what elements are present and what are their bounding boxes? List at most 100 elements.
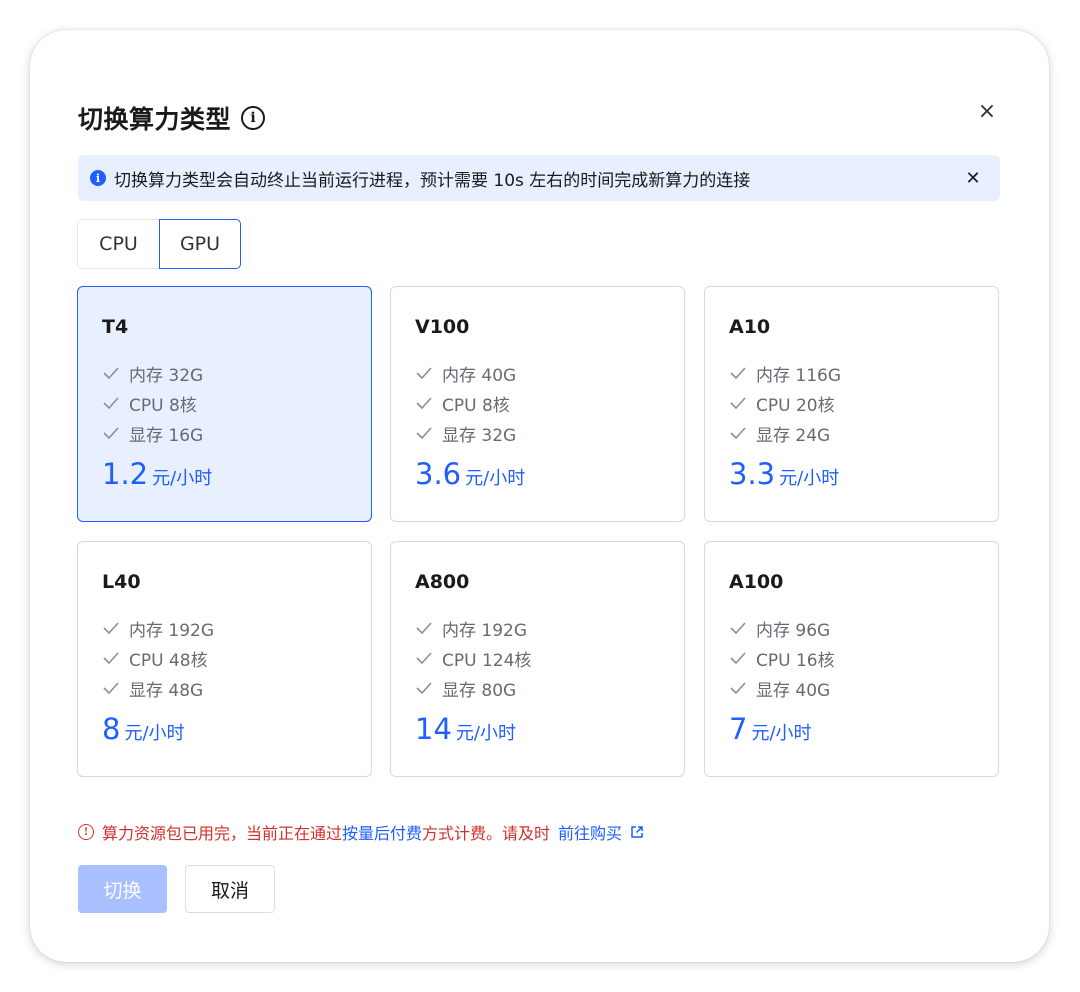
price: 3.3 元/小时: [729, 457, 839, 491]
warning-text-part1: 算力资源包已用完，当前正在通过: [102, 824, 343, 843]
spec-text: CPU 16核: [756, 650, 835, 671]
notice-text: 切换算力类型会自动终止当前运行进程，预计需要 10s 左右的时间完成新算力的连接: [114, 170, 751, 191]
spec-item: CPU 16核: [730, 647, 835, 671]
spec-item: 内存 192G: [103, 617, 215, 641]
price-value: 8: [102, 712, 121, 746]
spec-text: 内存 40G: [442, 365, 517, 386]
warning-circle-icon: !: [78, 824, 94, 840]
billing-warning: ! 算力资源包已用完，当前正在通过 按量后付费 方式计费。请及时 前往购买: [78, 820, 644, 844]
switch-button[interactable]: 切换: [78, 865, 167, 913]
spec-text: 内存 192G: [129, 620, 215, 641]
spec-text: CPU 8核: [442, 395, 510, 416]
gpu-card-l40[interactable]: L40 内存 192G CPU 48核 显存 48G 8 元/小时: [77, 541, 372, 777]
switch-compute-dialog: 切换算力类型 i × i 切换算力类型会自动终止当前运行进程，预计需要 10s …: [30, 30, 1049, 962]
price-unit: 元/小时: [124, 723, 185, 744]
check-icon: [730, 682, 746, 694]
spec-item: CPU 20核: [730, 392, 835, 416]
price: 14 元/小时: [415, 712, 516, 746]
tab-gpu[interactable]: GPU: [159, 219, 241, 269]
spec-item: 显存 40G: [730, 677, 831, 701]
check-icon: [730, 367, 746, 379]
spec-text: 显存 32G: [442, 425, 517, 446]
gpu-card-t4[interactable]: T4 内存 32G CPU 8核 显存 16G 1.2 元/小时: [77, 286, 372, 522]
gpu-card-a800[interactable]: A800 内存 192G CPU 124核 显存 80G 14 元/小时: [390, 541, 685, 777]
gpu-card-a100[interactable]: A100 内存 96G CPU 16核 显存 40G 7 元/小时: [704, 541, 999, 777]
notice-close-icon[interactable]: ✕: [960, 165, 986, 191]
price: 8 元/小时: [102, 712, 185, 746]
spec-text: 显存 80G: [442, 680, 517, 701]
gpu-card-a10[interactable]: A10 内存 116G CPU 20核 显存 24G 3.3 元/小时: [704, 286, 999, 522]
card-title: A100: [729, 571, 784, 593]
check-icon: [103, 367, 119, 379]
price-unit: 元/小时: [779, 468, 840, 489]
card-title: A800: [415, 571, 470, 593]
check-icon: [730, 397, 746, 409]
check-icon: [416, 652, 432, 664]
card-title: L40: [102, 571, 141, 593]
spec-item: CPU 8核: [103, 392, 197, 416]
spec-item: 内存 40G: [416, 362, 517, 386]
spec-text: 内存 96G: [756, 620, 831, 641]
info-icon[interactable]: i: [241, 106, 266, 130]
warning-highlight: 按量后付费: [342, 824, 423, 843]
check-icon: [103, 427, 119, 439]
spec-text: 内存 116G: [756, 365, 842, 386]
spec-item: 显存 16G: [103, 422, 204, 446]
spec-item: 显存 48G: [103, 677, 204, 701]
check-icon: [103, 652, 119, 664]
price-value: 3.6: [415, 457, 462, 491]
price-value: 14: [415, 712, 452, 746]
info-filled-icon: i: [90, 170, 106, 186]
spec-text: 显存 48G: [129, 680, 204, 701]
spec-item: 内存 116G: [730, 362, 842, 386]
cancel-button[interactable]: 取消: [185, 865, 275, 913]
spec-text: CPU 8核: [129, 395, 197, 416]
check-icon: [416, 427, 432, 439]
gpu-card-v100[interactable]: V100 内存 40G CPU 8核 显存 32G 3.6 元/小时: [390, 286, 685, 522]
price-unit: 元/小时: [751, 723, 812, 744]
buy-link[interactable]: 前往购买: [558, 820, 622, 844]
spec-item: 内存 32G: [103, 362, 204, 386]
price-unit: 元/小时: [465, 468, 526, 489]
card-title: V100: [415, 316, 470, 338]
spec-text: 显存 40G: [756, 680, 831, 701]
spec-item: CPU 8核: [416, 392, 510, 416]
external-link-icon[interactable]: [630, 825, 644, 839]
spec-text: 内存 32G: [129, 365, 204, 386]
check-icon: [416, 622, 432, 634]
check-icon: [416, 367, 432, 379]
tab-cpu[interactable]: CPU: [77, 219, 159, 269]
check-icon: [103, 397, 119, 409]
warning-text-part2: 方式计费。请及时: [422, 824, 551, 843]
spec-text: CPU 20核: [756, 395, 835, 416]
price-value: 7: [729, 712, 748, 746]
spec-item: 显存 32G: [416, 422, 517, 446]
spec-item: 内存 192G: [416, 617, 528, 641]
check-icon: [103, 682, 119, 694]
price-unit: 元/小时: [455, 723, 516, 744]
card-title: A10: [729, 316, 771, 338]
check-icon: [416, 397, 432, 409]
price-unit: 元/小时: [152, 468, 213, 489]
check-icon: [730, 622, 746, 634]
spec-text: 显存 24G: [756, 425, 831, 446]
check-icon: [416, 682, 432, 694]
price: 7 元/小时: [729, 712, 812, 746]
dialog-header: 切换算力类型 i: [78, 100, 266, 136]
price-value: 1.2: [102, 457, 149, 491]
price: 1.2 元/小时: [102, 457, 212, 491]
price: 3.6 元/小时: [415, 457, 525, 491]
spec-text: 显存 16G: [129, 425, 204, 446]
spec-text: CPU 124核: [442, 650, 532, 671]
spec-item: 显存 80G: [416, 677, 517, 701]
check-icon: [730, 427, 746, 439]
compute-type-tabs: CPU GPU: [77, 219, 241, 269]
spec-text: CPU 48核: [129, 650, 208, 671]
spec-item: CPU 48核: [103, 647, 208, 671]
spec-text: 内存 192G: [442, 620, 528, 641]
notice-banner: i 切换算力类型会自动终止当前运行进程，预计需要 10s 左右的时间完成新算力的…: [78, 155, 1000, 201]
close-dialog-icon[interactable]: ×: [972, 96, 1002, 126]
spec-item: CPU 124核: [416, 647, 532, 671]
check-icon: [730, 652, 746, 664]
spec-item: 显存 24G: [730, 422, 831, 446]
